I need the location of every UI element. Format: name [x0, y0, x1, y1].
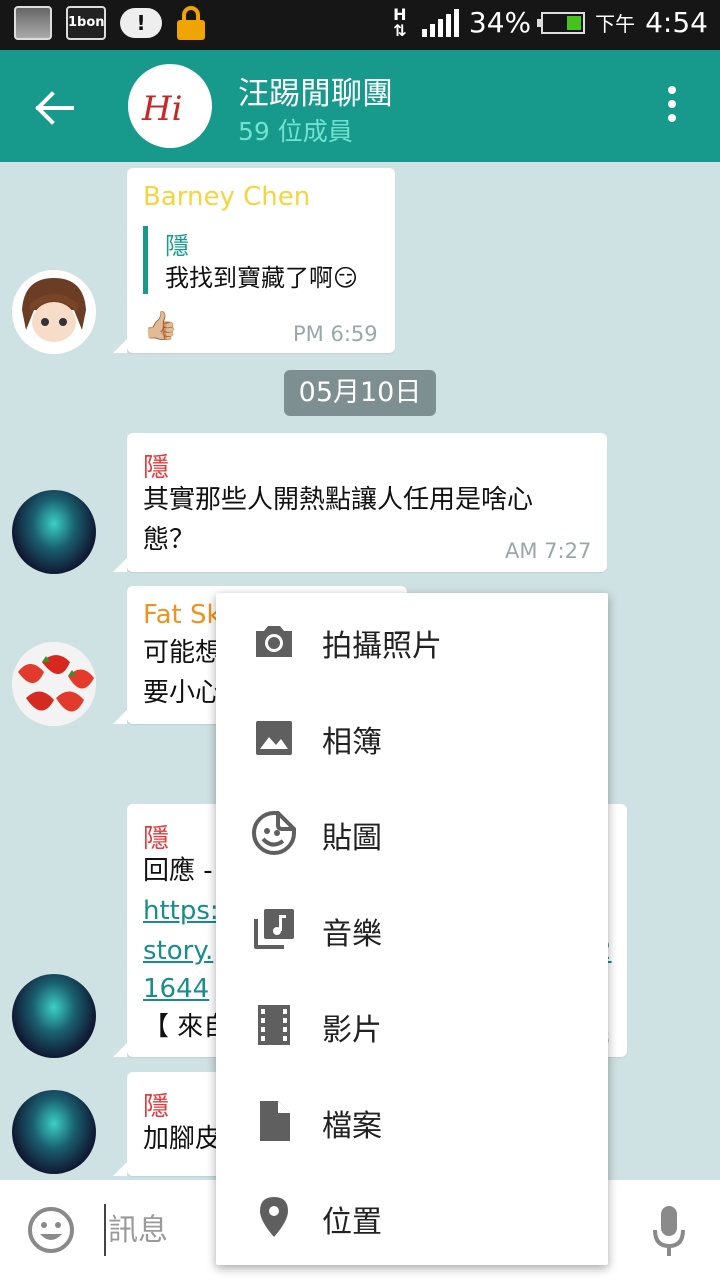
message-text-line: 要小心 — [143, 678, 222, 708]
message-time: PM 6:59 — [293, 322, 378, 346]
music-library-icon — [254, 909, 294, 949]
menu-item-location[interactable]: 位置 — [216, 1169, 608, 1265]
message-time: AM 7:27 — [505, 539, 592, 563]
image-icon — [256, 721, 292, 755]
microphone-icon[interactable] — [652, 1204, 686, 1260]
film-icon — [258, 1005, 290, 1045]
quote-sender: 隱 — [165, 232, 189, 260]
app-notification-icon: 1bon — [66, 6, 106, 40]
message-link[interactable]: https: — [143, 892, 219, 931]
message-link[interactable]: 1644 — [143, 970, 209, 1009]
file-icon — [260, 1101, 290, 1141]
sticker-icon — [252, 811, 296, 855]
avatar[interactable] — [12, 1090, 96, 1174]
emoji-icon[interactable] — [27, 1206, 75, 1254]
more-options-icon[interactable] — [660, 86, 684, 126]
chat-header: Hi 汪踢閒聊團 59 位成員 — [0, 50, 720, 162]
message-bubble[interactable]: Barney Chen 隱 我找到寶藏了啊😏 👍🏼 PM 6:59 — [113, 168, 395, 353]
camera-icon — [256, 626, 292, 657]
message-text-line: 回應 - — [143, 856, 213, 886]
member-count: 59 位成員 — [238, 117, 353, 146]
lock-icon — [176, 6, 206, 40]
menu-item-sticker[interactable]: 貼圖 — [216, 785, 608, 881]
menu-item-label: 影片 — [322, 1013, 382, 1048]
sender-name: 隱 — [143, 453, 170, 483]
avatar[interactable] — [12, 642, 96, 726]
date-divider: 05月10日 — [284, 370, 436, 416]
message-text-line: 態？ — [143, 525, 196, 555]
message-link[interactable]: story. — [143, 932, 213, 971]
cloud-alert-icon: ! — [120, 8, 162, 38]
quote-text: 我找到寶藏了啊😏 — [165, 264, 359, 292]
avatar[interactable] — [12, 490, 96, 574]
location-pin-icon — [260, 1197, 288, 1237]
message-text-line: 其實那些人開熱點讓人任用是啥心 — [143, 485, 534, 515]
menu-item-take-photo[interactable]: 拍攝照片 — [216, 593, 608, 689]
signal-icon — [421, 8, 459, 37]
sender-name: Fat Sk — [143, 600, 222, 630]
chat-title[interactable]: 汪踢閒聊團 — [238, 68, 393, 113]
group-avatar[interactable]: Hi — [128, 64, 212, 148]
attach-menu: 拍攝照片 相簿 貼圖 音樂 影片 檔案 位置 — [216, 593, 608, 1265]
menu-item-gallery[interactable]: 相簿 — [216, 689, 608, 785]
gallery-notification-icon — [14, 6, 52, 40]
menu-item-label: 相簿 — [322, 725, 382, 760]
svg-text:Hi: Hi — [141, 89, 183, 129]
back-arrow-icon[interactable] — [30, 88, 78, 128]
menu-item-video[interactable]: 影片 — [216, 977, 608, 1073]
menu-item-label: 貼圖 — [322, 821, 382, 856]
status-bar: 1bon ! H ⇅ 34% 下午 4:54 — [0, 0, 720, 50]
clock: 4:54 — [645, 6, 708, 39]
message-text: 👍🏼 — [143, 309, 178, 342]
menu-item-label: 拍攝照片 — [322, 629, 442, 664]
strawberry-avatar-art — [12, 642, 96, 726]
am-pm-label: 下午 — [595, 12, 636, 36]
message-text-line: 可能想 — [143, 638, 222, 668]
sender-name: 隱 — [143, 1092, 170, 1122]
menu-item-label: 音樂 — [322, 917, 382, 952]
menu-item-label: 檔案 — [322, 1109, 382, 1144]
message-bubble[interactable]: 隱 其實那些人開熱點讓人任用是啥心 態？ AM 7:27 — [113, 433, 607, 572]
reply-quote-bar — [143, 226, 148, 294]
battery-percent: 34% — [468, 6, 532, 39]
avatar[interactable] — [12, 974, 96, 1058]
menu-item-file[interactable]: 檔案 — [216, 1073, 608, 1169]
hi-avatar-art: Hi — [141, 89, 183, 129]
menu-item-label: 位置 — [322, 1205, 382, 1240]
battery-icon — [537, 11, 586, 34]
sender-name: Barney Chen — [143, 182, 311, 212]
anime-avatar-art — [12, 270, 96, 354]
message-text-line: 加腳皮 — [143, 1124, 222, 1154]
sender-name: 隱 — [143, 824, 170, 854]
avatar[interactable] — [12, 270, 96, 354]
menu-item-music[interactable]: 音樂 — [216, 881, 608, 977]
network-type-icon: H ⇅ — [393, 4, 407, 40]
